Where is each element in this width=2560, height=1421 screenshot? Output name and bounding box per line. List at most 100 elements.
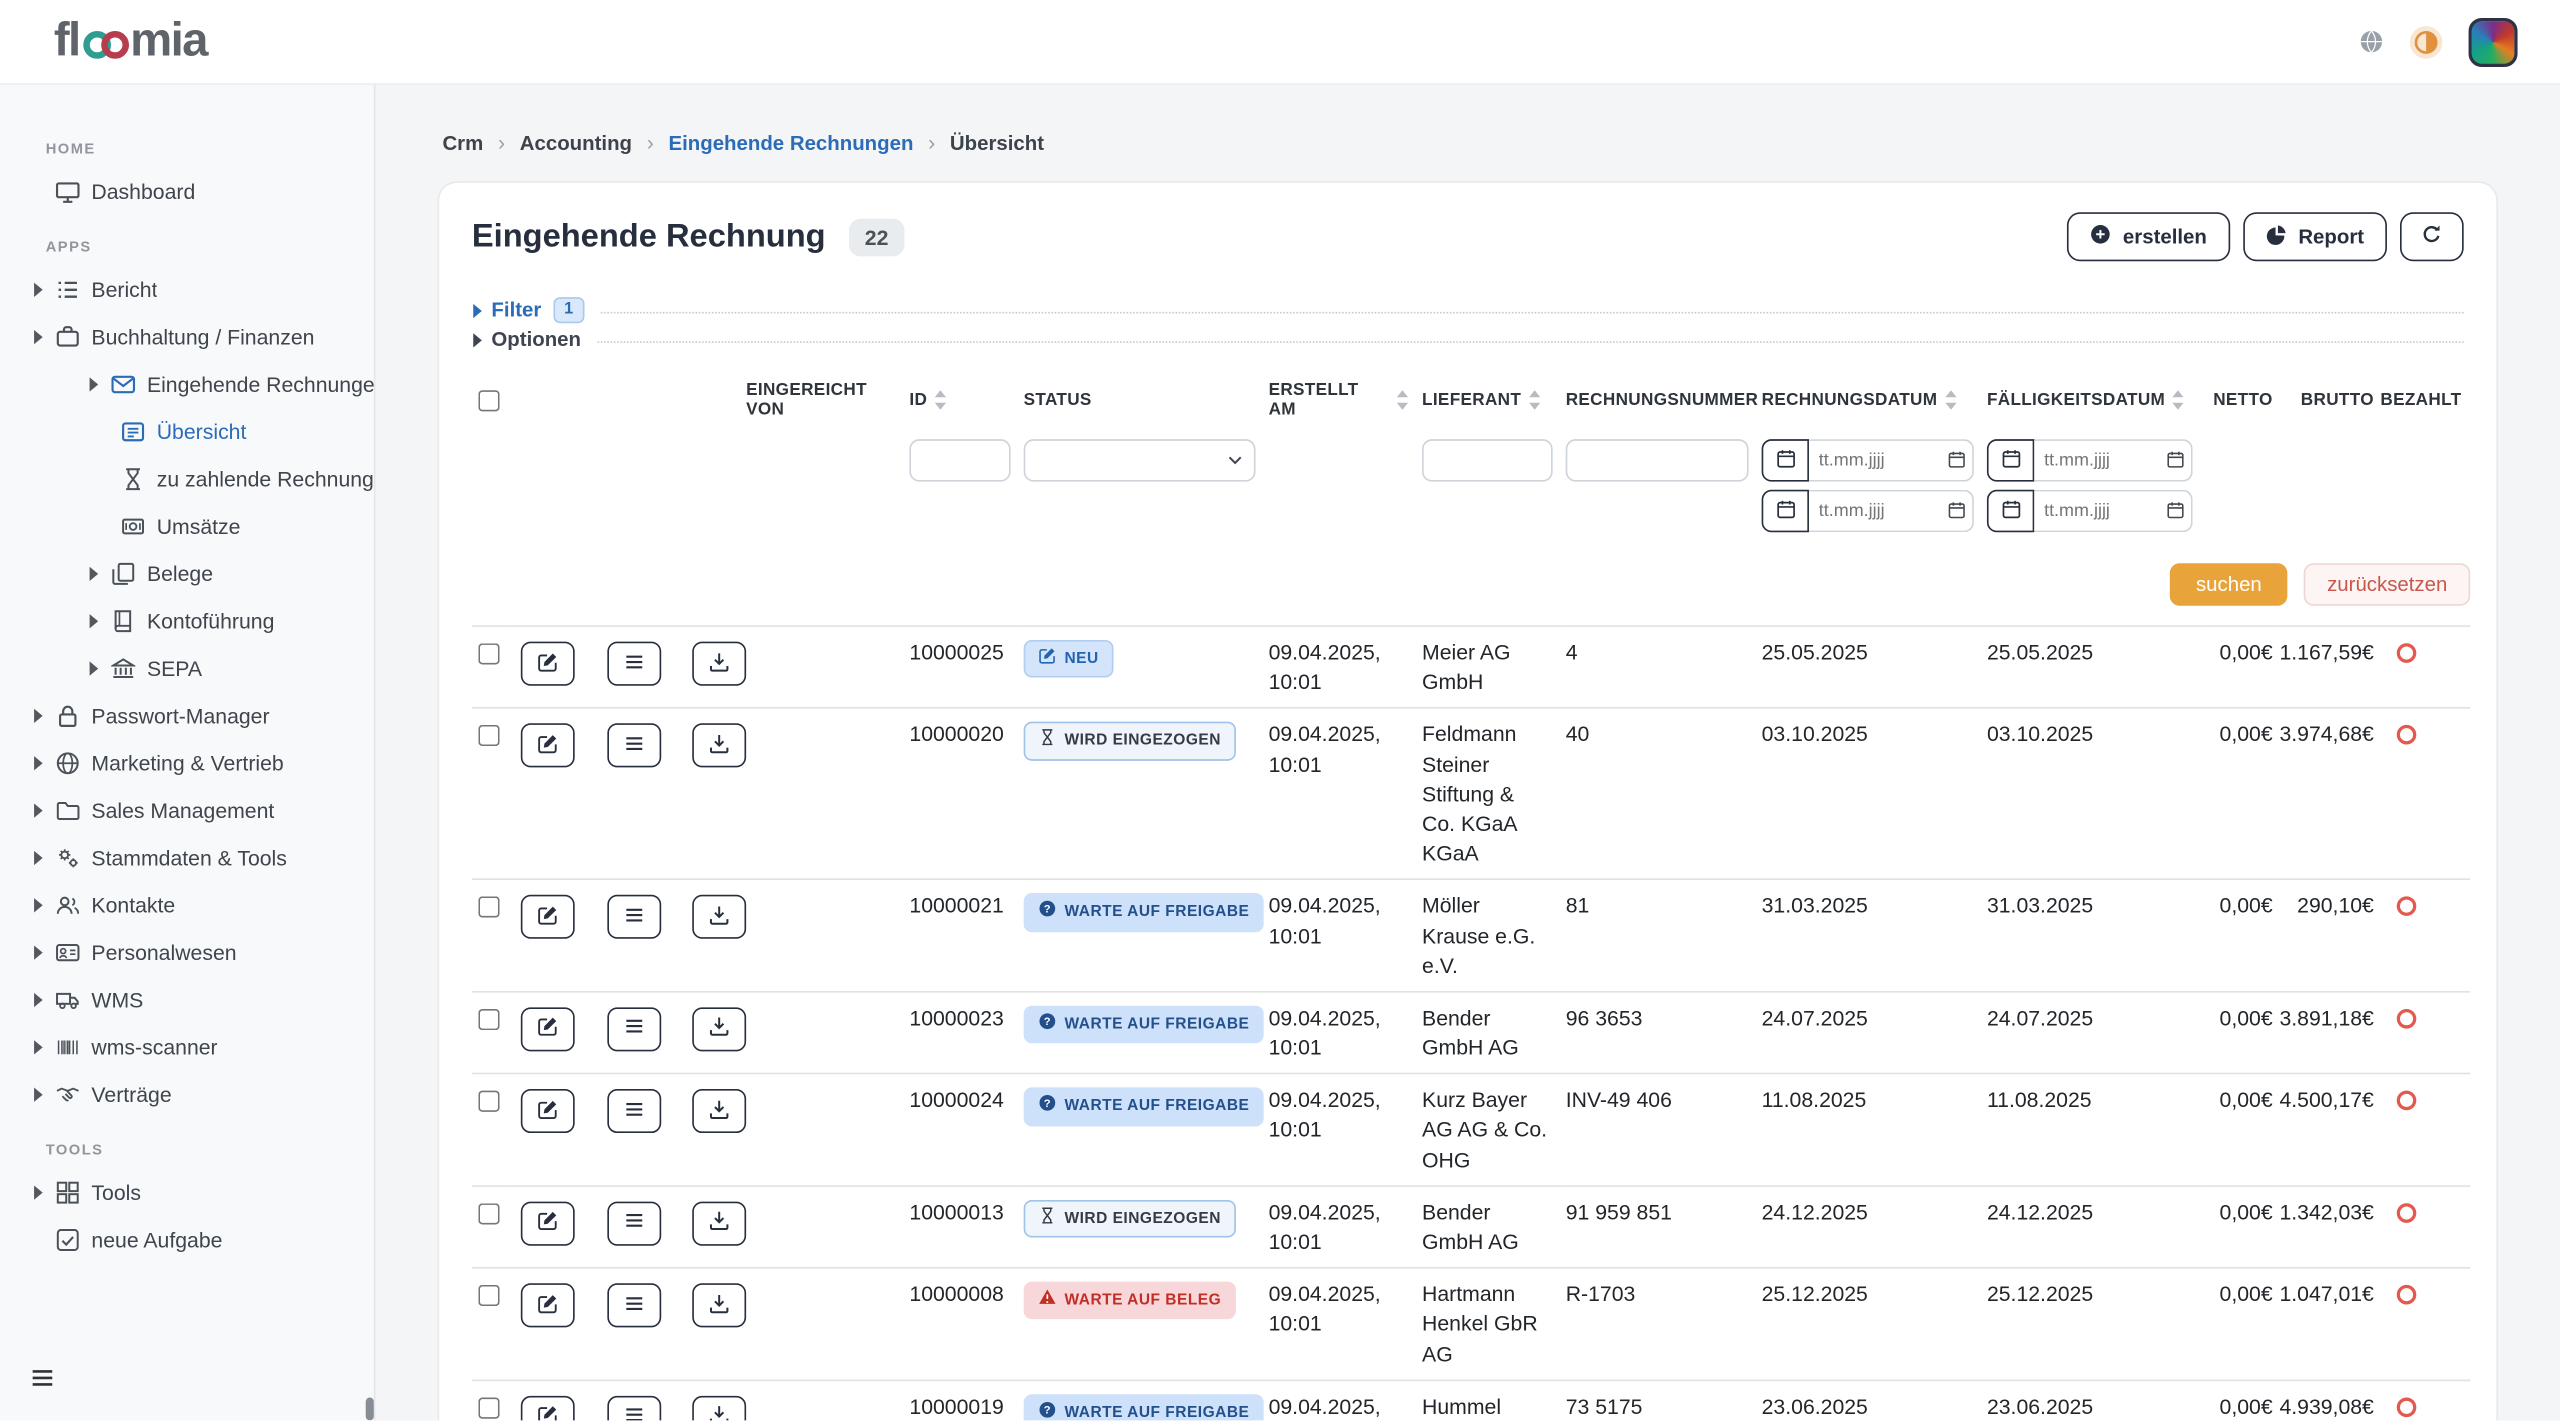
edit-button[interactable] xyxy=(521,1284,575,1328)
sidebar-item-ubersicht[interactable]: Übersicht xyxy=(0,408,374,455)
app: fl mia HOME Dashboard APPS Bericht xyxy=(0,0,2560,1421)
edit-button[interactable] xyxy=(521,1007,575,1051)
sidebar-item-eingehende-rechnungen[interactable]: Eingehende Rechnungen xyxy=(0,361,374,408)
search-button[interactable]: suchen xyxy=(2170,563,2288,605)
create-button[interactable]: erstellen xyxy=(2067,212,2229,261)
details-button[interactable] xyxy=(607,1089,661,1133)
sidebar-section: APPS Bericht Buchhaltung / Finanzen Eing… xyxy=(0,238,374,1118)
sidebar-item-umsatze[interactable]: Umsätze xyxy=(0,503,374,550)
edit-button[interactable] xyxy=(521,724,575,768)
question-circle-icon: ? xyxy=(1038,1094,1056,1119)
details-button[interactable] xyxy=(607,1284,661,1328)
invoice-table: EINGEREICHT VON ID STATUS ERSTELLT AM LI… xyxy=(472,367,2470,1421)
download-button[interactable] xyxy=(693,1007,747,1051)
sidebar-item-vertrage[interactable]: Verträge xyxy=(0,1071,374,1118)
row-checkbox[interactable] xyxy=(478,1397,499,1418)
sort-icon[interactable] xyxy=(1396,390,1409,410)
sidebar-item-sepa[interactable]: SEPA xyxy=(0,645,374,692)
filter-toggle[interactable]: Filter 1 xyxy=(472,296,2464,325)
filter-id-input[interactable] xyxy=(909,439,1010,481)
row-checkbox[interactable] xyxy=(478,643,499,664)
details-button[interactable] xyxy=(607,1201,661,1245)
details-button[interactable] xyxy=(607,724,661,768)
sort-icon[interactable] xyxy=(1528,390,1541,410)
sidebar-item-wms[interactable]: WMS xyxy=(0,976,374,1023)
edit-button[interactable] xyxy=(521,642,575,686)
row-checkbox[interactable] xyxy=(478,726,499,747)
language-globe-icon[interactable] xyxy=(2359,29,2383,53)
sidebar-scrollbar[interactable] xyxy=(366,1398,374,1421)
unpaid-indicator-icon xyxy=(2397,1009,2417,1029)
sidebar-item-personalwesen[interactable]: Personalwesen xyxy=(0,929,374,976)
status-badge-warte-auf-freigabe: ?WARTE AUF FREIGABE xyxy=(1024,1088,1264,1126)
breadcrumb-crm[interactable]: Crm xyxy=(442,131,483,154)
theme-toggle-icon[interactable] xyxy=(2408,24,2444,60)
sidebar-item-kontakte[interactable]: Kontakte xyxy=(0,882,374,929)
sidebar-item-zu-zahlende-rechnungen[interactable]: zu zahlende Rechnungen xyxy=(0,456,374,503)
sort-icon[interactable] xyxy=(934,390,947,410)
sidebar-item-kontofuhrung[interactable]: Kontoführung xyxy=(0,598,374,645)
faelligkeitsdatum-to-calendar-button[interactable] xyxy=(1987,490,2034,532)
edit-button[interactable] xyxy=(521,1089,575,1133)
row-checkbox[interactable] xyxy=(478,1091,499,1112)
sidebar-item-belege[interactable]: Belege xyxy=(0,550,374,597)
download-button[interactable] xyxy=(693,1284,747,1328)
menu-icon xyxy=(623,651,644,677)
sidebar-item-buchhaltung-finanzen[interactable]: Buchhaltung / Finanzen xyxy=(0,313,374,360)
row-checkbox[interactable] xyxy=(478,1009,499,1030)
download-button[interactable] xyxy=(693,1089,747,1133)
sidebar-item-tools[interactable]: Tools xyxy=(0,1169,374,1216)
breadcrumb-accounting[interactable]: Accounting xyxy=(520,131,632,154)
download-icon xyxy=(709,733,730,759)
sidebar-item-sales-management[interactable]: Sales Management xyxy=(0,787,374,834)
options-toggle[interactable]: Optionen xyxy=(472,325,2464,354)
select-all-checkbox[interactable] xyxy=(478,389,499,410)
refresh-button[interactable] xyxy=(2400,212,2464,261)
sort-icon[interactable] xyxy=(2172,390,2185,410)
status-badge-neu: NEU xyxy=(1024,640,1114,678)
download-button[interactable] xyxy=(693,1201,747,1245)
edit-button[interactable] xyxy=(521,1396,575,1421)
rechnungsdatum-to-calendar-button[interactable] xyxy=(1762,490,1809,532)
row-checkbox[interactable] xyxy=(478,1285,499,1306)
sidebar-item-bericht[interactable]: Bericht xyxy=(0,266,374,313)
cell-rechnungsdatum: 11.08.2025 xyxy=(1762,1074,1987,1186)
download-icon xyxy=(709,1404,730,1421)
cell-id: 10000025 xyxy=(909,626,1023,708)
sidebar-item-stammdaten-tools[interactable]: Stammdaten & Tools xyxy=(0,834,374,881)
row-checkbox[interactable] xyxy=(478,1203,499,1224)
filter-status-select[interactable] xyxy=(1024,439,1256,481)
download-button[interactable] xyxy=(693,642,747,686)
brand-logo[interactable]: fl mia xyxy=(54,15,207,69)
edit-button[interactable] xyxy=(521,1201,575,1245)
download-button[interactable] xyxy=(693,895,747,939)
filter-lieferant-input[interactable] xyxy=(1422,439,1553,481)
sort-icon[interactable] xyxy=(1944,390,1957,410)
report-button[interactable]: Report xyxy=(2243,212,2387,261)
reset-button[interactable]: zurücksetzen xyxy=(2304,563,2470,605)
sidebar-item-passwort-manager[interactable]: Passwort-Manager xyxy=(0,692,374,739)
filter-rechnungsnummer-input[interactable] xyxy=(1566,439,1749,481)
download-button[interactable] xyxy=(693,724,747,768)
sidebar-item-wms-scanner[interactable]: wms-scanner xyxy=(0,1024,374,1071)
breadcrumb-eingehende-rechnungen[interactable]: Eingehende Rechnungen xyxy=(668,131,913,154)
edit-button[interactable] xyxy=(521,895,575,939)
row-checkbox[interactable] xyxy=(478,897,499,918)
details-button[interactable] xyxy=(607,895,661,939)
sidebar-item-marketing-vertrieb[interactable]: Marketing & Vertrieb xyxy=(0,740,374,787)
download-button[interactable] xyxy=(693,1396,747,1421)
cell-rechnungsnummer: 91 959 851 xyxy=(1566,1186,1762,1268)
sidebar-item-neue-aufgabe[interactable]: neue Aufgabe xyxy=(0,1216,374,1263)
breadcrumb-uebersicht[interactable]: Übersicht xyxy=(950,131,1044,154)
details-button[interactable] xyxy=(607,1396,661,1421)
sidebar-collapse-button[interactable] xyxy=(0,1366,374,1421)
cell-lieferant: Hummel GmbH xyxy=(1422,1380,1566,1421)
details-button[interactable] xyxy=(607,642,661,686)
rechnungsdatum-from-calendar-button[interactable] xyxy=(1762,439,1809,481)
faelligkeitsdatum-from-calendar-button[interactable] xyxy=(1987,439,2034,481)
user-avatar[interactable] xyxy=(2469,17,2518,66)
pie-chart-icon xyxy=(2266,224,2287,250)
download-icon xyxy=(709,904,730,930)
details-button[interactable] xyxy=(607,1007,661,1051)
sidebar-item-dashboard[interactable]: Dashboard xyxy=(0,168,374,215)
